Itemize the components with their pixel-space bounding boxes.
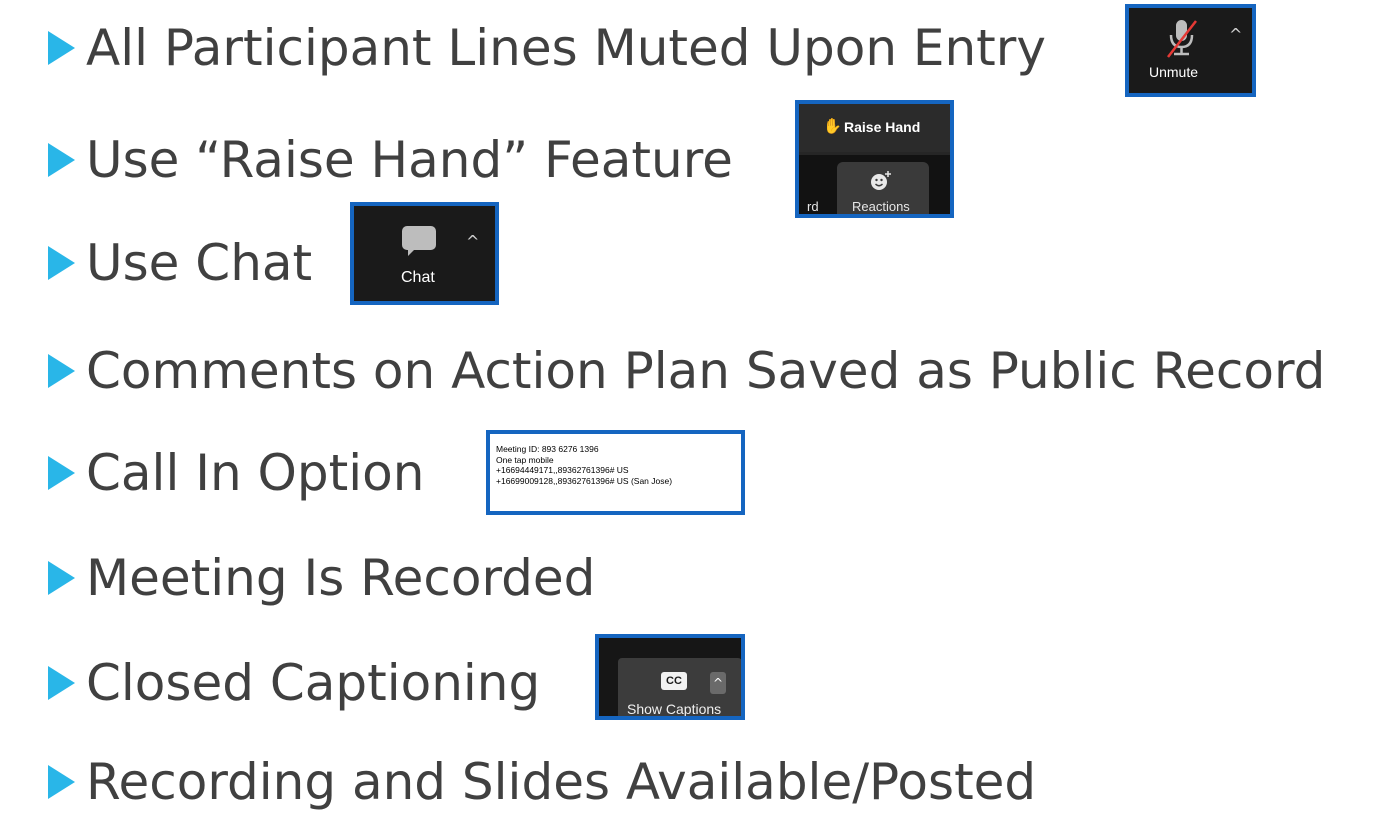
meeting-id-line: Meeting ID: 893 6276 1396 [496,444,599,454]
bullet-arrow-icon [48,765,75,799]
bullet-text: Meeting Is Recorded [86,549,596,607]
chevron-up-icon[interactable]: ^ [710,672,726,694]
unmute-label: Unmute [1149,64,1199,80]
bullet-arrow-icon [48,456,75,490]
call-in-info-box: Meeting ID: 893 6276 1396 One tap mobile… [486,430,745,515]
bullet-arrow-icon [48,666,75,700]
bullet-text: All Participant Lines Muted Upon Entry [86,19,1046,77]
raise-hand-label: Raise Hand [844,119,921,135]
bullet-arrow-icon [48,143,75,177]
one-tap-line: One tap mobile [496,454,554,465]
bullet-arrow-icon [48,246,75,280]
captions-screenshot: CC ^ Show Captions [595,634,745,720]
speech-bubble-icon [402,226,436,256]
phone-number-line: +16699009128,,89362761396# US (San Jose) [496,475,673,486]
phone-number-line: +16694449171,,89362761396# US [496,465,629,475]
bullet-text: Use Chat [86,234,313,292]
chat-screenshot: ^ Chat [350,202,499,305]
bullet-text: Call In Option [86,444,425,502]
partial-label: rd [807,199,819,214]
hand-icon: ✋ [823,117,842,135]
bullet-text: Comments on Action Plan Saved as Public … [86,342,1326,400]
bullet-text: Closed Captioning [86,654,541,712]
reactions-label: Reactions [852,199,910,214]
divider [799,152,950,155]
chevron-up-icon[interactable]: ^ [466,232,479,251]
chevron-up-icon[interactable]: ^ [1229,25,1242,44]
bullet-arrow-icon [48,561,75,595]
smiley-plus-icon [871,171,891,190]
bullet-arrow-icon [48,354,75,388]
raise-hand-screenshot: ✋ Raise Hand rd Reactions [795,100,954,218]
bullet-text: Recording and Slides Available/Posted [86,753,1037,811]
unmute-screenshot: ^ Unmute [1125,4,1256,97]
muted-microphone-icon [1167,20,1197,58]
bullet-text: Use “Raise Hand” Feature [86,131,733,189]
show-captions-label: Show Captions [627,701,722,717]
cc-icon: CC [661,672,687,690]
chat-label: Chat [401,269,435,286]
bullet-arrow-icon [48,31,75,65]
